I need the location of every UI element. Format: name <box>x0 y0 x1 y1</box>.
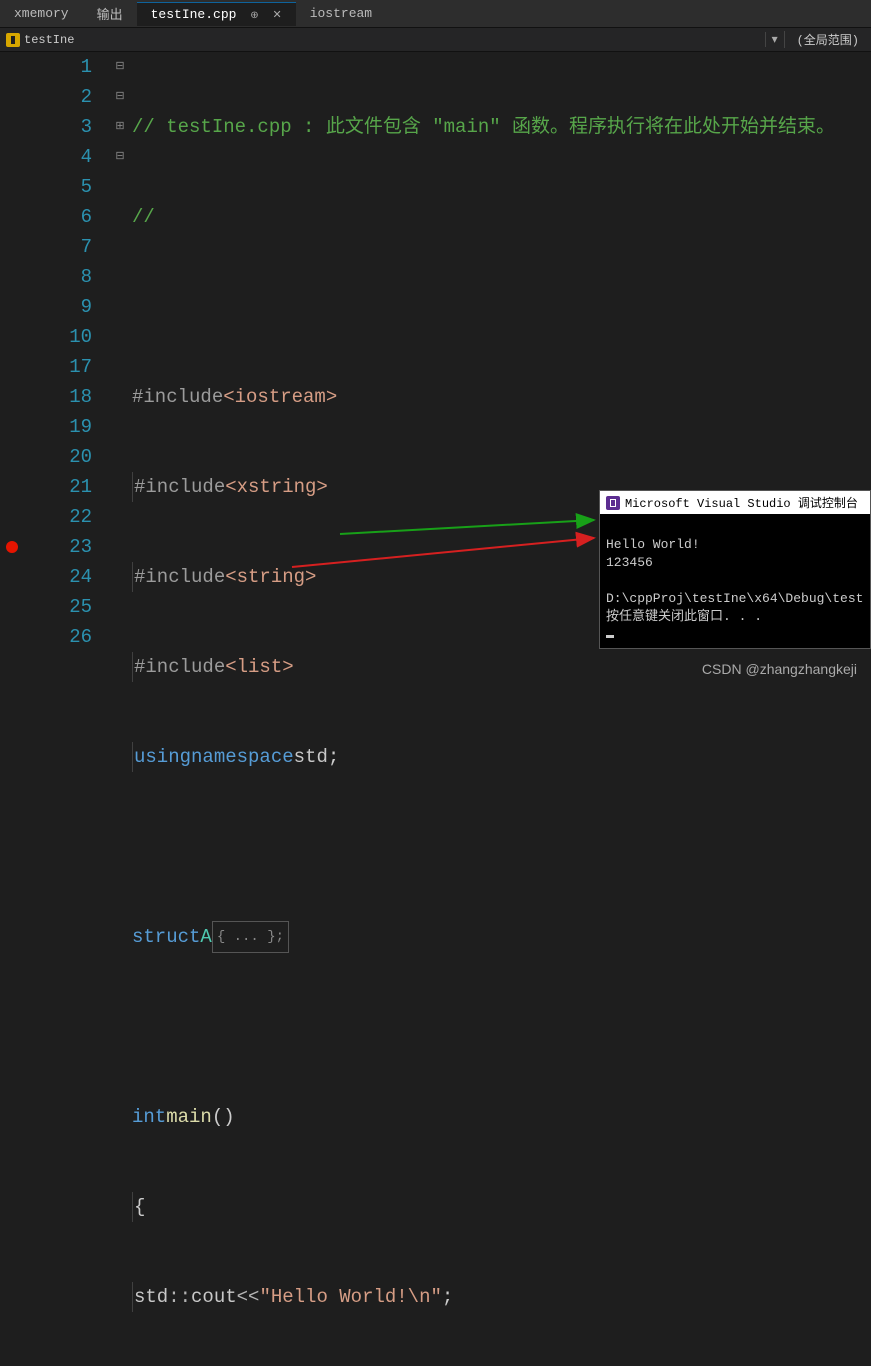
tab-testine[interactable]: testIne.cpp ⊕ ✕ <box>137 2 296 26</box>
line-num: 2 <box>0 82 92 112</box>
preproc: #include <box>134 562 225 592</box>
scope-left[interactable]: testIne <box>0 33 765 47</box>
op: :: <box>168 1282 191 1312</box>
debug-console-window: Microsoft Visual Studio 调试控制台 Hello Worl… <box>599 490 871 649</box>
tab-label: iostream <box>310 6 372 21</box>
console-output[interactable]: Hello World! 123456 D:\cppProj\testIne\x… <box>600 514 870 648</box>
line-num: 19 <box>0 412 92 442</box>
context-bar: testIne ▾ (全局范围) <box>0 28 871 52</box>
line-num: 1 <box>0 52 92 82</box>
id: std <box>294 742 328 772</box>
console-line: D:\cppProj\testIne\x64\Debug\test <box>606 591 863 606</box>
fn: main <box>166 1102 212 1132</box>
preproc: #include <box>132 382 223 412</box>
console-line: Hello World! <box>606 537 700 552</box>
tab-label: testIne.cpp <box>151 7 237 22</box>
line-num: 6 <box>0 202 92 232</box>
line-num: 25 <box>0 592 92 622</box>
scope-right[interactable]: (全局范围) <box>784 31 871 48</box>
include: <xstring> <box>225 472 328 502</box>
line-num: 21 <box>0 472 92 502</box>
kw: struct <box>132 922 200 952</box>
line-num: 4 <box>0 142 92 172</box>
line-num: 3 <box>0 112 92 142</box>
op: << <box>237 1282 260 1312</box>
tab-iostream[interactable]: iostream <box>296 2 386 25</box>
id: std <box>134 1282 168 1312</box>
comment: // <box>132 202 155 232</box>
fold-toggle[interactable]: ⊟ <box>110 142 130 172</box>
cls: A <box>200 922 211 952</box>
console-titlebar[interactable]: Microsoft Visual Studio 调试控制台 <box>600 491 870 514</box>
vs-icon <box>606 496 620 510</box>
line-num: 18 <box>0 382 92 412</box>
brace: { <box>134 1192 145 1222</box>
watermark: CSDN @zhangzhangkeji <box>702 661 857 677</box>
string: "Hello World!\n" <box>259 1282 441 1312</box>
line-num: 7 <box>0 232 92 262</box>
fold-toggle[interactable]: ⊞ <box>110 112 130 142</box>
tab-output[interactable]: 输出 <box>83 0 137 27</box>
kw: using <box>134 742 191 772</box>
line-num: 24 <box>0 562 92 592</box>
collapsed-region[interactable]: { ... }; <box>212 921 289 953</box>
tab-bar: xmemory 输出 testIne.cpp ⊕ ✕ iostream <box>0 0 871 28</box>
line-num: 26 <box>0 622 92 652</box>
breakpoint-icon[interactable] <box>6 541 18 553</box>
comment: // testIne.cpp : 此文件包含 "main" 函数。程序执行将在此… <box>132 112 835 142</box>
include: <list> <box>225 652 293 682</box>
console-line: 按任意键关闭此窗口. . . <box>606 609 762 624</box>
scope-label: (全局范围) <box>797 34 859 48</box>
fold-column: ⊟ ⊟ ⊞ ⊟ <box>110 52 130 683</box>
tab-label: 输出 <box>97 8 123 23</box>
line-num: 17 <box>0 352 92 382</box>
line-num: 9 <box>0 292 92 322</box>
tab-xmemory[interactable]: xmemory <box>0 2 83 25</box>
pin-icon[interactable]: ⊕ <box>250 11 258 22</box>
fold-toggle[interactable]: ⊟ <box>110 82 130 112</box>
line-num: 5 <box>0 172 92 202</box>
class-icon <box>6 33 20 47</box>
line-num: 10 <box>0 322 92 352</box>
line-gutter: 1 2 3 4 5 6 7 8 9 10 17 18 19 20 21 22 2… <box>0 52 110 683</box>
console-title-text: Microsoft Visual Studio 调试控制台 <box>625 494 858 511</box>
punc: () <box>212 1102 235 1132</box>
include: <iostream> <box>223 382 337 412</box>
kw: int <box>132 1102 166 1132</box>
include: <string> <box>225 562 316 592</box>
id: cout <box>191 1282 237 1312</box>
console-line: 123456 <box>606 555 653 570</box>
tab-label: xmemory <box>14 6 69 21</box>
preproc: #include <box>134 472 225 502</box>
scope-label: testIne <box>24 33 74 47</box>
line-num: 22 <box>0 502 92 532</box>
line-num: 20 <box>0 442 92 472</box>
close-icon[interactable]: ✕ <box>272 10 281 22</box>
preproc: #include <box>134 652 225 682</box>
line-num: 23 <box>0 532 92 562</box>
fold-toggle[interactable]: ⊟ <box>110 52 130 82</box>
line-num: 8 <box>0 262 92 292</box>
kw: namespace <box>191 742 294 772</box>
cursor <box>606 635 614 638</box>
scope-dropdown[interactable]: ▾ <box>765 32 784 47</box>
